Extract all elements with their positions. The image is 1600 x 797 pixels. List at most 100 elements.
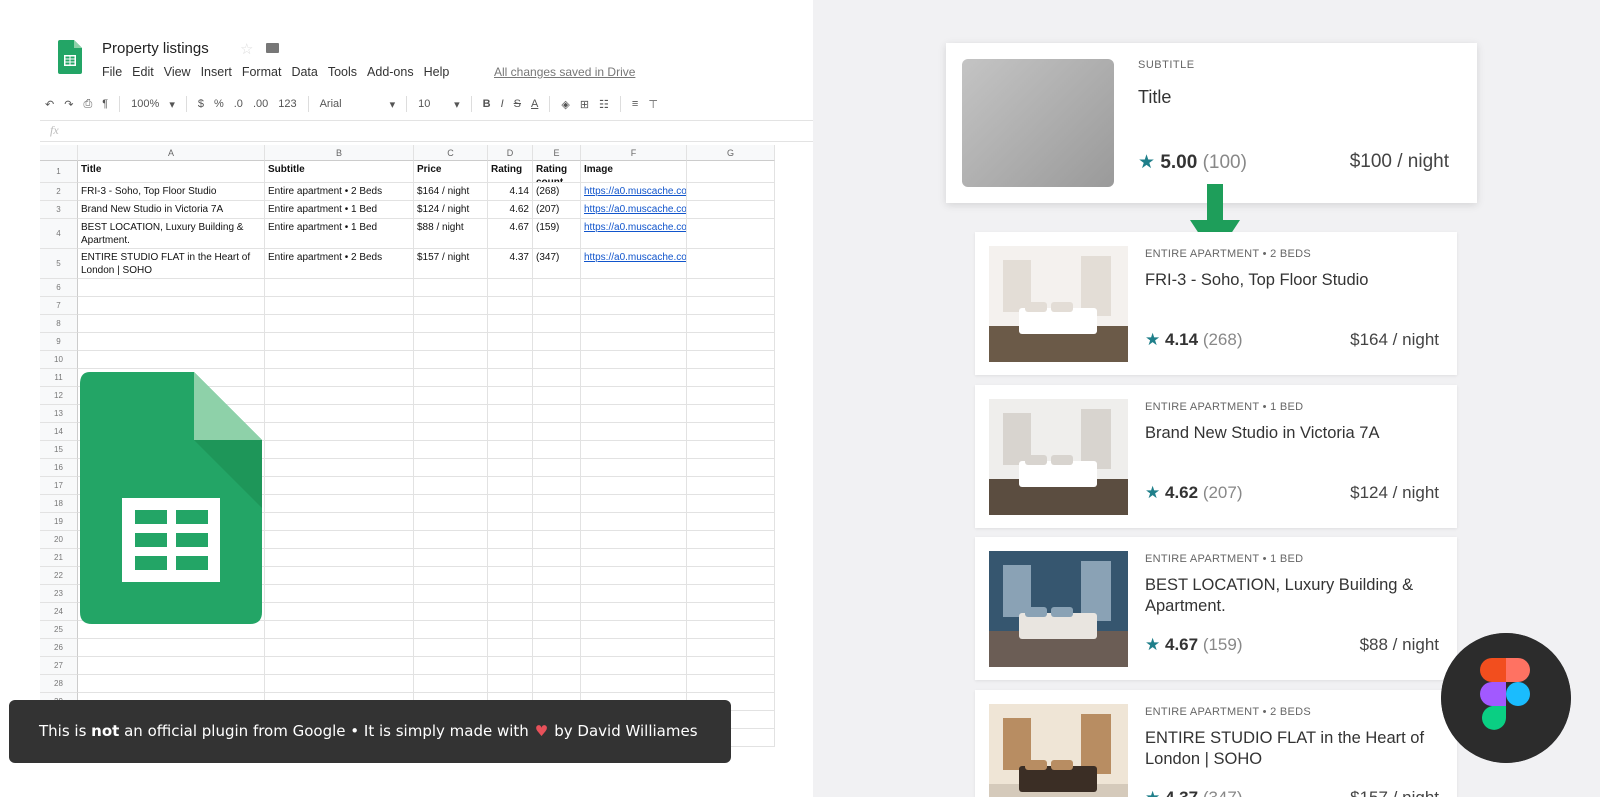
table-cell[interactable] <box>687 351 775 369</box>
row-number[interactable]: 18 <box>40 495 78 513</box>
table-cell[interactable] <box>581 351 687 369</box>
table-cell[interactable]: $164 / night <box>414 183 488 201</box>
table-cell[interactable] <box>265 567 414 585</box>
table-cell[interactable] <box>265 513 414 531</box>
table-cell[interactable] <box>414 459 488 477</box>
table-cell[interactable] <box>581 441 687 459</box>
table-cell[interactable] <box>581 567 687 585</box>
table-cell[interactable] <box>488 459 533 477</box>
table-cell[interactable] <box>265 459 414 477</box>
vertical-align-icon[interactable]: ⊤ <box>648 98 658 111</box>
row-number[interactable]: 5 <box>40 249 78 279</box>
table-cell[interactable] <box>265 279 414 297</box>
table-cell[interactable] <box>265 369 414 387</box>
table-cell[interactable] <box>488 387 533 405</box>
column-header-a[interactable]: A <box>78 145 265 161</box>
table-cell[interactable] <box>265 297 414 315</box>
row-number[interactable]: 16 <box>40 459 78 477</box>
table-cell[interactable] <box>488 315 533 333</box>
table-cell[interactable] <box>687 621 775 639</box>
more-formats-button[interactable]: 123 <box>278 98 296 110</box>
table-cell[interactable] <box>488 333 533 351</box>
strikethrough-button[interactable]: S <box>514 98 521 110</box>
table-cell[interactable] <box>488 639 533 657</box>
table-cell[interactable] <box>78 333 265 351</box>
table-cell[interactable]: https://a0.muscache.com/im/pictures/4399… <box>581 183 687 201</box>
template-card[interactable]: SUBTITLE Title ★ 5.00 (100) $100 / night <box>946 43 1477 203</box>
table-cell[interactable] <box>581 369 687 387</box>
table-cell[interactable] <box>78 639 265 657</box>
row-number[interactable]: 4 <box>40 219 78 249</box>
table-cell[interactable]: Subtitle <box>265 161 414 183</box>
table-cell[interactable] <box>488 531 533 549</box>
table-cell[interactable] <box>414 513 488 531</box>
table-cell[interactable]: BEST LOCATION, Luxury Building & Apartme… <box>78 219 265 249</box>
table-cell[interactable] <box>265 315 414 333</box>
table-cell[interactable] <box>687 297 775 315</box>
redo-icon[interactable]: ↷ <box>64 98 73 111</box>
table-cell[interactable] <box>78 657 265 675</box>
table-cell[interactable] <box>687 495 775 513</box>
table-cell[interactable]: $157 / night <box>414 249 488 279</box>
table-cell[interactable] <box>533 621 581 639</box>
table-cell[interactable] <box>533 441 581 459</box>
table-cell[interactable] <box>581 477 687 495</box>
table-cell[interactable] <box>265 603 414 621</box>
table-cell[interactable] <box>265 585 414 603</box>
table-cell[interactable] <box>687 657 775 675</box>
row-number[interactable]: 17 <box>40 477 78 495</box>
menu-help[interactable]: Help <box>424 65 450 79</box>
table-cell[interactable] <box>414 279 488 297</box>
table-cell[interactable]: Price <box>414 161 488 183</box>
table-cell[interactable] <box>533 405 581 423</box>
table-cell[interactable] <box>265 405 414 423</box>
table-cell[interactable] <box>581 549 687 567</box>
undo-icon[interactable]: ↶ <box>45 98 54 111</box>
row-number[interactable]: 23 <box>40 585 78 603</box>
paint-format-icon[interactable]: ¶ <box>102 98 108 110</box>
percent-button[interactable]: % <box>214 98 224 110</box>
table-cell[interactable] <box>414 567 488 585</box>
font-size-select[interactable]: 10 <box>418 98 444 110</box>
table-cell[interactable]: $124 / night <box>414 201 488 219</box>
table-cell[interactable] <box>265 549 414 567</box>
table-cell[interactable] <box>687 567 775 585</box>
table-cell[interactable]: 4.37 <box>488 249 533 279</box>
table-cell[interactable] <box>265 675 414 693</box>
table-cell[interactable] <box>414 495 488 513</box>
currency-button[interactable]: $ <box>198 98 204 110</box>
formula-bar[interactable]: fx <box>40 120 813 142</box>
table-cell[interactable] <box>533 549 581 567</box>
table-cell[interactable] <box>687 603 775 621</box>
table-cell[interactable] <box>687 585 775 603</box>
table-cell[interactable] <box>581 315 687 333</box>
table-cell[interactable] <box>581 495 687 513</box>
table-cell[interactable] <box>488 423 533 441</box>
table-cell[interactable] <box>414 603 488 621</box>
row-number[interactable]: 15 <box>40 441 78 459</box>
row-number[interactable]: 3 <box>40 201 78 219</box>
increase-decimal-button[interactable]: .00 <box>253 98 268 110</box>
print-icon[interactable]: ⎙ <box>83 98 92 111</box>
table-cell[interactable] <box>414 351 488 369</box>
menu-view[interactable]: View <box>164 65 191 79</box>
table-cell[interactable] <box>414 369 488 387</box>
table-cell[interactable] <box>414 639 488 657</box>
table-cell[interactable] <box>533 459 581 477</box>
table-cell[interactable] <box>581 675 687 693</box>
column-header-c[interactable]: C <box>414 145 488 161</box>
table-cell[interactable] <box>265 639 414 657</box>
row-number[interactable]: 20 <box>40 531 78 549</box>
row-number[interactable]: 19 <box>40 513 78 531</box>
table-cell[interactable] <box>265 621 414 639</box>
row-number[interactable]: 7 <box>40 297 78 315</box>
column-header-d[interactable]: D <box>488 145 533 161</box>
table-cell[interactable] <box>78 279 265 297</box>
sheets-logo-icon[interactable] <box>58 40 82 74</box>
row-number[interactable]: 28 <box>40 675 78 693</box>
table-cell[interactable] <box>687 387 775 405</box>
row-number[interactable]: 27 <box>40 657 78 675</box>
listing-card[interactable]: ENTIRE APARTMENT • 1 BED Brand New Studio… <box>975 385 1457 528</box>
row-number[interactable]: 24 <box>40 603 78 621</box>
table-cell[interactable] <box>78 351 265 369</box>
